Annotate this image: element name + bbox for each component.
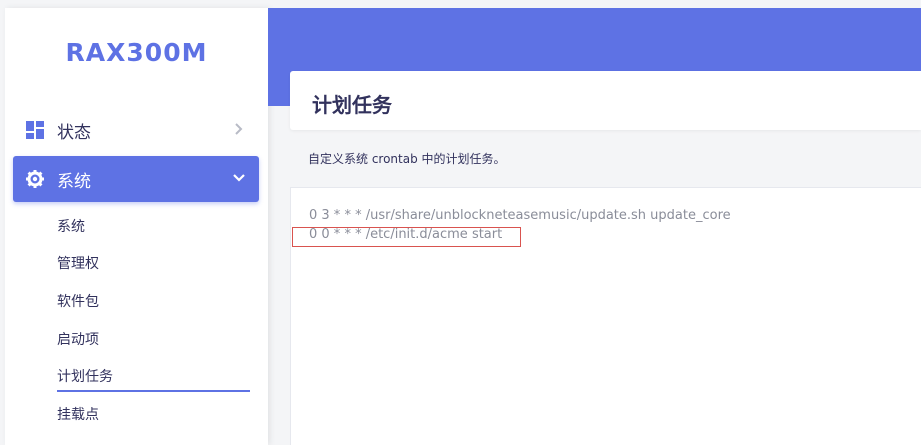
sidebar-item-status[interactable]: 状态: [13, 107, 259, 153]
gear-icon: [25, 169, 45, 189]
page-title: 计划任务: [312, 93, 392, 117]
sidebar-item-system[interactable]: 系统: [13, 156, 259, 202]
chevron-right-icon: [231, 121, 247, 137]
sidebar-subitem-startup[interactable]: 启动项: [57, 329, 99, 349]
sidebar-subitem-packages[interactable]: 软件包: [57, 291, 99, 311]
highlight-box: [292, 227, 521, 247]
sidebar-subitem-mounts[interactable]: 挂载点: [57, 404, 99, 424]
sidebar-subitem-system[interactable]: 系统: [57, 216, 85, 236]
sidebar-item-label: 状态: [57, 122, 91, 143]
active-subitem-underline: [57, 390, 250, 392]
page-description: 自定义系统 crontab 中的计划任务。: [308, 152, 506, 166]
crontab-line[interactable]: 0 3 * * * /usr/share/unblockneteasemusic…: [309, 208, 731, 223]
title-card: 计划任务: [290, 71, 921, 130]
sidebar-item-label: 系统: [57, 171, 91, 192]
sidebar-subitem-crontab[interactable]: 计划任务: [57, 366, 113, 386]
sidebar: RAX300M 状态 系统 系统 管理权 软件包 启动项 计划任务 挂载点: [5, 8, 268, 445]
dashboard-icon: [25, 120, 45, 140]
sidebar-subitem-admin[interactable]: 管理权: [57, 253, 99, 273]
top-strip: [0, 0, 921, 8]
brand-logo[interactable]: RAX300M: [5, 38, 268, 67]
chevron-down-icon: [231, 170, 247, 186]
crontab-editor[interactable]: 0 3 * * * /usr/share/unblockneteasemusic…: [290, 187, 921, 445]
